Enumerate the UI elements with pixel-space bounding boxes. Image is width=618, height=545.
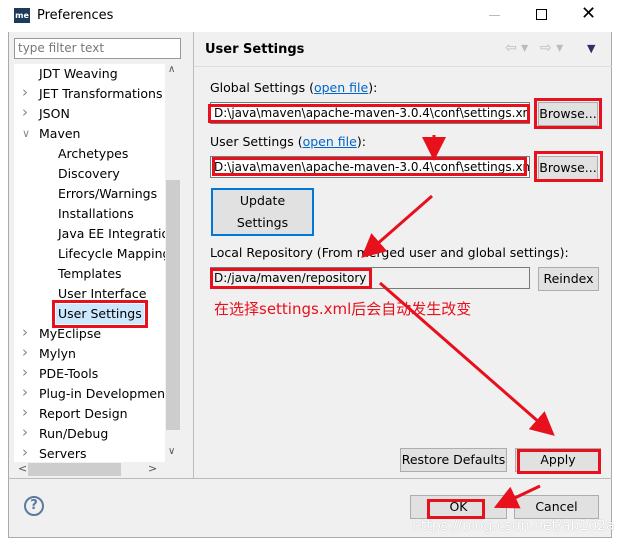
arrow-to-ok: [493, 484, 541, 509]
arrow-to-repository: [361, 194, 433, 258]
annotation-arrows: [361, 135, 555, 509]
arrow-to-apply: [379, 281, 555, 436]
